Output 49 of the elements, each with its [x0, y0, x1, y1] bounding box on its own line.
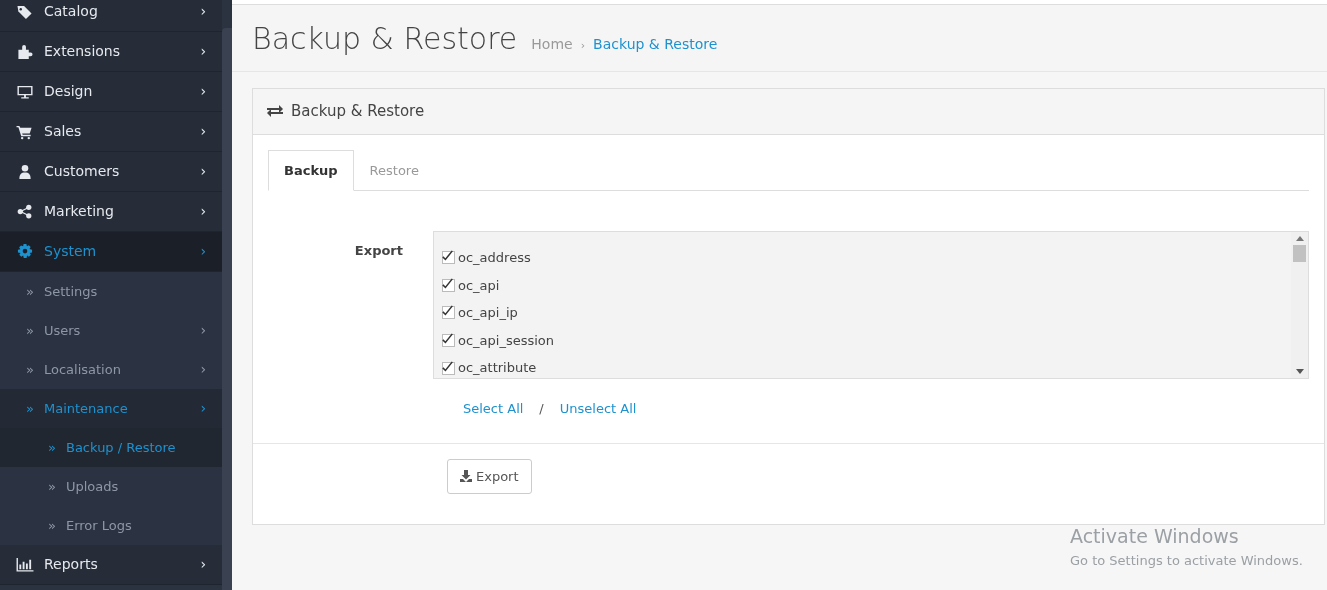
bar-chart-icon	[16, 556, 34, 573]
download-icon	[460, 470, 472, 483]
menu-item[interactable]: Sales ›	[0, 112, 222, 152]
watermark-title: Activate Windows	[1070, 524, 1240, 549]
puzzle-icon	[16, 43, 34, 60]
checkbox[interactable]	[442, 361, 455, 375]
scrollbar[interactable]	[222, 28, 232, 590]
breadcrumb-separator: ›	[580, 38, 586, 54]
scroll-up-icon[interactable]	[1295, 236, 1304, 241]
checkbox[interactable]	[442, 251, 455, 265]
cart-icon	[16, 123, 34, 140]
watermark-text: Go to Settings to activate Windows.	[1070, 551, 1303, 570]
unselect-all-link[interactable]: Unselect All	[559, 399, 637, 419]
table-name: oc_address	[458, 249, 531, 268]
page-title: Backup & Restore	[252, 21, 518, 57]
select-all-link[interactable]: Select All	[463, 399, 524, 419]
menu-item[interactable]: Extensions ›	[0, 32, 222, 72]
tag-icon	[16, 3, 34, 20]
breadcrumb-link[interactable]: Backup & Restore	[593, 34, 718, 55]
menu-item[interactable]: Reports ›	[0, 545, 222, 585]
exchange-icon	[267, 105, 283, 118]
export-button[interactable]: Export	[447, 458, 532, 494]
menu-item[interactable]: Catalog ›	[0, 0, 222, 32]
settings-icon	[16, 243, 34, 260]
user-icon	[16, 163, 34, 180]
checkbox[interactable]	[442, 334, 455, 348]
menu-item[interactable]: Design ›	[0, 72, 222, 112]
menu-item[interactable]: » Maintenance ›	[0, 389, 222, 428]
link-separator: /	[539, 400, 544, 418]
panel-title: Backup & Restore	[291, 101, 425, 122]
table-name: oc_api_session	[458, 331, 555, 350]
share-icon	[16, 203, 34, 220]
menu-item[interactable]: System ›	[0, 232, 222, 272]
table-name: oc_attribute	[458, 359, 537, 378]
tab[interactable]: Backup	[268, 149, 354, 191]
checkbox[interactable]	[442, 278, 455, 292]
table-name: oc_api_ip	[458, 304, 518, 323]
menu-item[interactable]: » Backup / Restore	[0, 428, 222, 467]
tab[interactable]: Restore	[353, 149, 435, 191]
table-name: oc_api	[458, 276, 500, 295]
menu-item[interactable]: Customers ›	[0, 152, 222, 192]
breadcrumb-link[interactable]: Home	[531, 34, 573, 55]
scroll-down-icon[interactable]	[1295, 369, 1304, 374]
scroll-thumb[interactable]	[1293, 245, 1306, 262]
table-list[interactable]: oc_address oc_api oc_api_ip oc_api_session oc_attribute	[433, 231, 1309, 379]
field-label: Export	[353, 242, 404, 260]
menu-item[interactable]: Marketing ›	[0, 192, 222, 232]
monitor-icon	[16, 83, 34, 100]
checkbox[interactable]	[442, 306, 455, 320]
